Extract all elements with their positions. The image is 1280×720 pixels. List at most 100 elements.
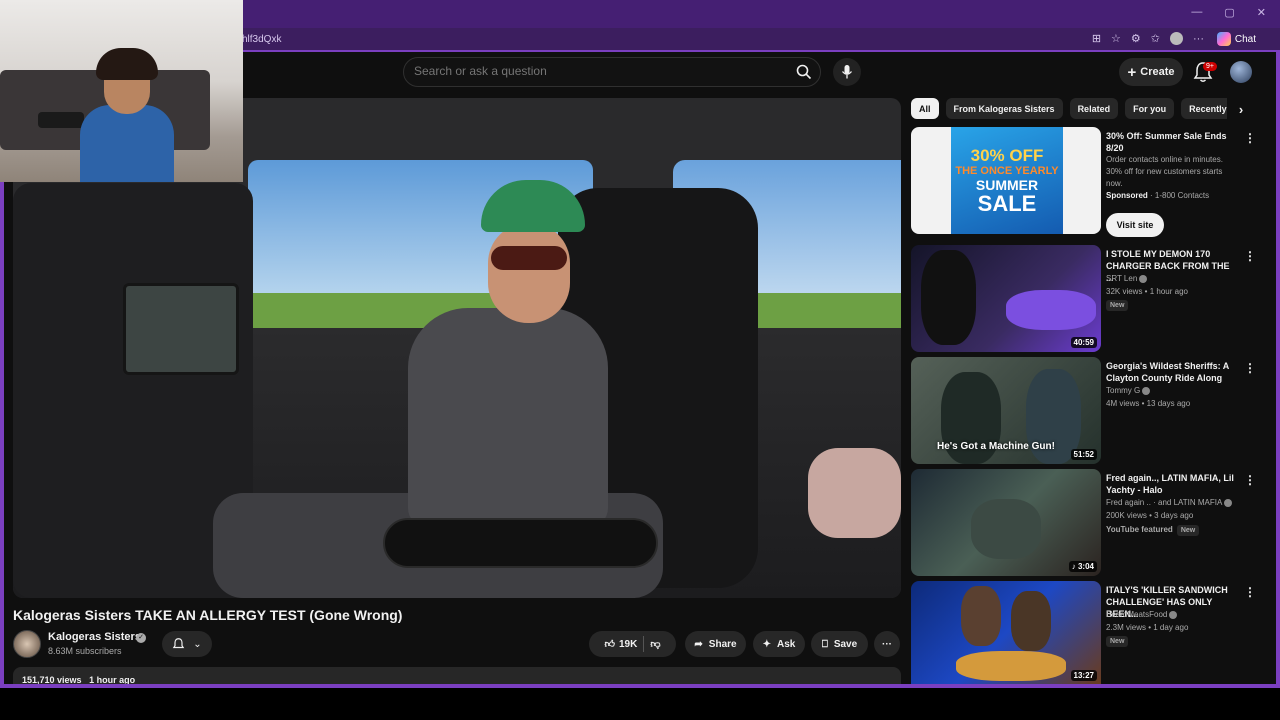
create-label: Create [1140,66,1175,78]
thumbs-up-icon: 👍︎ [604,639,615,650]
subscription-bell-button[interactable]: ⌄ [162,631,212,657]
chip-all[interactable]: All [911,98,939,119]
share-button[interactable]: ➦ Share [685,631,746,657]
new-badge: New [1106,300,1129,311]
save-button[interactable]: ⎕ Save [811,631,868,657]
thumb-figure [1011,591,1051,651]
video-thumbnail[interactable]: ♪ 3:04 [911,469,1101,576]
subscriber-count: 8.63M subscribers [48,646,122,656]
chip-recently-uploaded[interactable]: Recently uploaded [1181,98,1227,119]
share-icon: ➦ [694,638,703,650]
search-button[interactable] [790,60,818,84]
webcam-person-body [80,105,174,182]
copilot-icon [1216,32,1231,46]
channel-name[interactable]: Tommy G [1106,386,1151,395]
recommended-video[interactable]: He's Got a Machine Gun! 51:52 Georgia's … [911,357,1256,465]
verified-check-icon: ✓ [136,633,146,643]
video-thumbnail[interactable]: He's Got a Machine Gun! 51:52 [911,357,1101,464]
video-frame-face [488,223,570,323]
verified-icon [1139,274,1148,283]
ad-thumb-sale: SALE [977,190,1037,216]
video-frame-armrest [383,518,658,568]
profile-icon[interactable] [1170,32,1183,45]
notification-badge: 9+ [1203,62,1217,71]
recommended-video[interactable]: 40:59 I STOLE MY DEMON 170 CHARGER BACK … [911,245,1256,353]
video-thumbnail[interactable]: 40:59 [911,245,1101,352]
chip-related[interactable]: Related [1069,98,1119,119]
chip-from-channel[interactable]: From Kalogeras Sisters [945,98,1063,119]
account-avatar[interactable] [1230,61,1252,83]
thumb-crowd [971,499,1041,559]
webcam-person-hair [96,48,158,80]
more-vertical-icon[interactable]: ⋮ [1244,131,1256,145]
close-window-button[interactable]: ✕ [1257,6,1266,19]
minimize-button[interactable]: — [1191,6,1202,19]
video-duration: 13:27 [1070,670,1097,681]
like-button[interactable]: 👍︎ 19K [604,638,638,651]
verified-icon [1169,610,1178,619]
ad-thumb-once-yearly: THE ONCE YEARLY [955,164,1059,177]
channel-name[interactable]: SRT Len [1106,274,1148,283]
create-button[interactable]: + Create [1119,58,1183,86]
chevron-right-icon[interactable]: › [1232,100,1250,118]
video-thumbnail[interactable]: 13:27 [911,581,1101,685]
screen: — ▢ ✕ hlf3dQxk ⊞ ☆ ⚙ ✩ ··· Chat + Create [0,0,1280,720]
ask-button[interactable]: ✦ Ask [753,631,805,657]
more-vertical-icon[interactable]: ⋮ [1244,473,1256,487]
search-input[interactable] [414,64,774,78]
video-title[interactable]: Fred again.., LATIN MAFIA, Lil Yachty - … [1106,472,1238,496]
url-text[interactable]: hlf3dQxk [242,34,281,45]
address-bar-icons: ⊞ ☆ ⚙ ✩ ··· [1092,32,1204,45]
verified-icon [1224,498,1233,507]
chip-for-you[interactable]: For you [1125,98,1175,119]
menu-dots-icon[interactable]: ··· [1193,33,1204,45]
search-box[interactable] [403,57,821,87]
recommended-video[interactable]: 13:27 ITALY'S 'KILLER SANDWICH CHALLENGE… [911,581,1256,685]
new-badge: New [1106,636,1129,647]
visit-site-button[interactable]: Visit site [1106,213,1164,237]
video-stats: 32K views • 1 hour ago [1106,287,1188,296]
sponsored-label: Sponsored [1106,191,1148,200]
ask-label: Ask [777,638,796,650]
like-dislike-group: 👍︎ 19K 👎︎ [589,631,676,657]
ad-thumbnail[interactable]: 30% OFF THE ONCE YEARLY SUMMER SALE [911,127,1101,234]
channel-name[interactable]: Kalogeras Sisters [48,631,141,643]
favorite-star-icon[interactable]: ☆ [1111,32,1121,45]
like-count: 19K [618,638,638,650]
sponsored-ad[interactable]: 30% OFF THE ONCE YEARLY SUMMER SALE 30% … [911,127,1256,237]
chat-label: Chat [1234,33,1256,45]
sparkle-icon: ✦ [762,638,772,650]
channel-name[interactable]: Fred again .. · and LATIN MAFIA [1106,498,1233,507]
more-vertical-icon[interactable]: ⋮ [1244,585,1256,599]
copilot-chat-button[interactable]: Chat [1216,32,1256,46]
ad-sponsor-line: Sponsored · 1-800 Contacts [1106,191,1209,200]
video-stats: 200K views • 3 days ago [1106,511,1194,520]
voice-search-button[interactable] [833,58,861,86]
thumb-figure [921,250,976,345]
more-horizontal-icon: ··· [882,638,892,650]
featured-label: YouTube featured New [1106,525,1200,536]
favorites-icon[interactable]: ✩ [1151,32,1160,45]
channel-avatar[interactable] [13,630,41,658]
maximize-button[interactable]: ▢ [1224,6,1234,19]
recommended-video[interactable]: ♪ 3:04 Fred again.., LATIN MAFIA, Lil Ya… [911,469,1256,577]
ad-title[interactable]: 30% Off: Summer Sale Ends 8/20 [1106,130,1238,154]
channel-name[interactable]: BeardMeatsFood [1106,610,1178,619]
video-duration: ♪ 3:04 [1068,561,1097,572]
video-stats: 4M views • 13 days ago [1106,399,1191,408]
more-actions-button[interactable]: ··· [874,631,900,657]
extension-icon[interactable]: ⚙ [1131,32,1141,45]
video-stats: 2.3M views • 1 day ago [1106,623,1189,632]
like-divider [643,636,645,652]
video-duration: 40:59 [1070,337,1097,348]
chevron-down-icon: ⌄ [193,638,202,650]
letterbox-bar [0,688,1280,720]
tab-grid-icon[interactable]: ⊞ [1092,32,1101,45]
share-label: Share [708,638,737,650]
more-vertical-icon[interactable]: ⋮ [1244,361,1256,375]
dislike-button[interactable]: 👎︎ [650,638,660,650]
more-vertical-icon[interactable]: ⋮ [1244,249,1256,263]
video-title[interactable]: Georgia's Wildest Sheriffs: A Clayton Co… [1106,360,1238,384]
ad-thumb-discount: 30% OFF [970,145,1044,165]
bookmark-icon: ⎕ [821,638,828,650]
